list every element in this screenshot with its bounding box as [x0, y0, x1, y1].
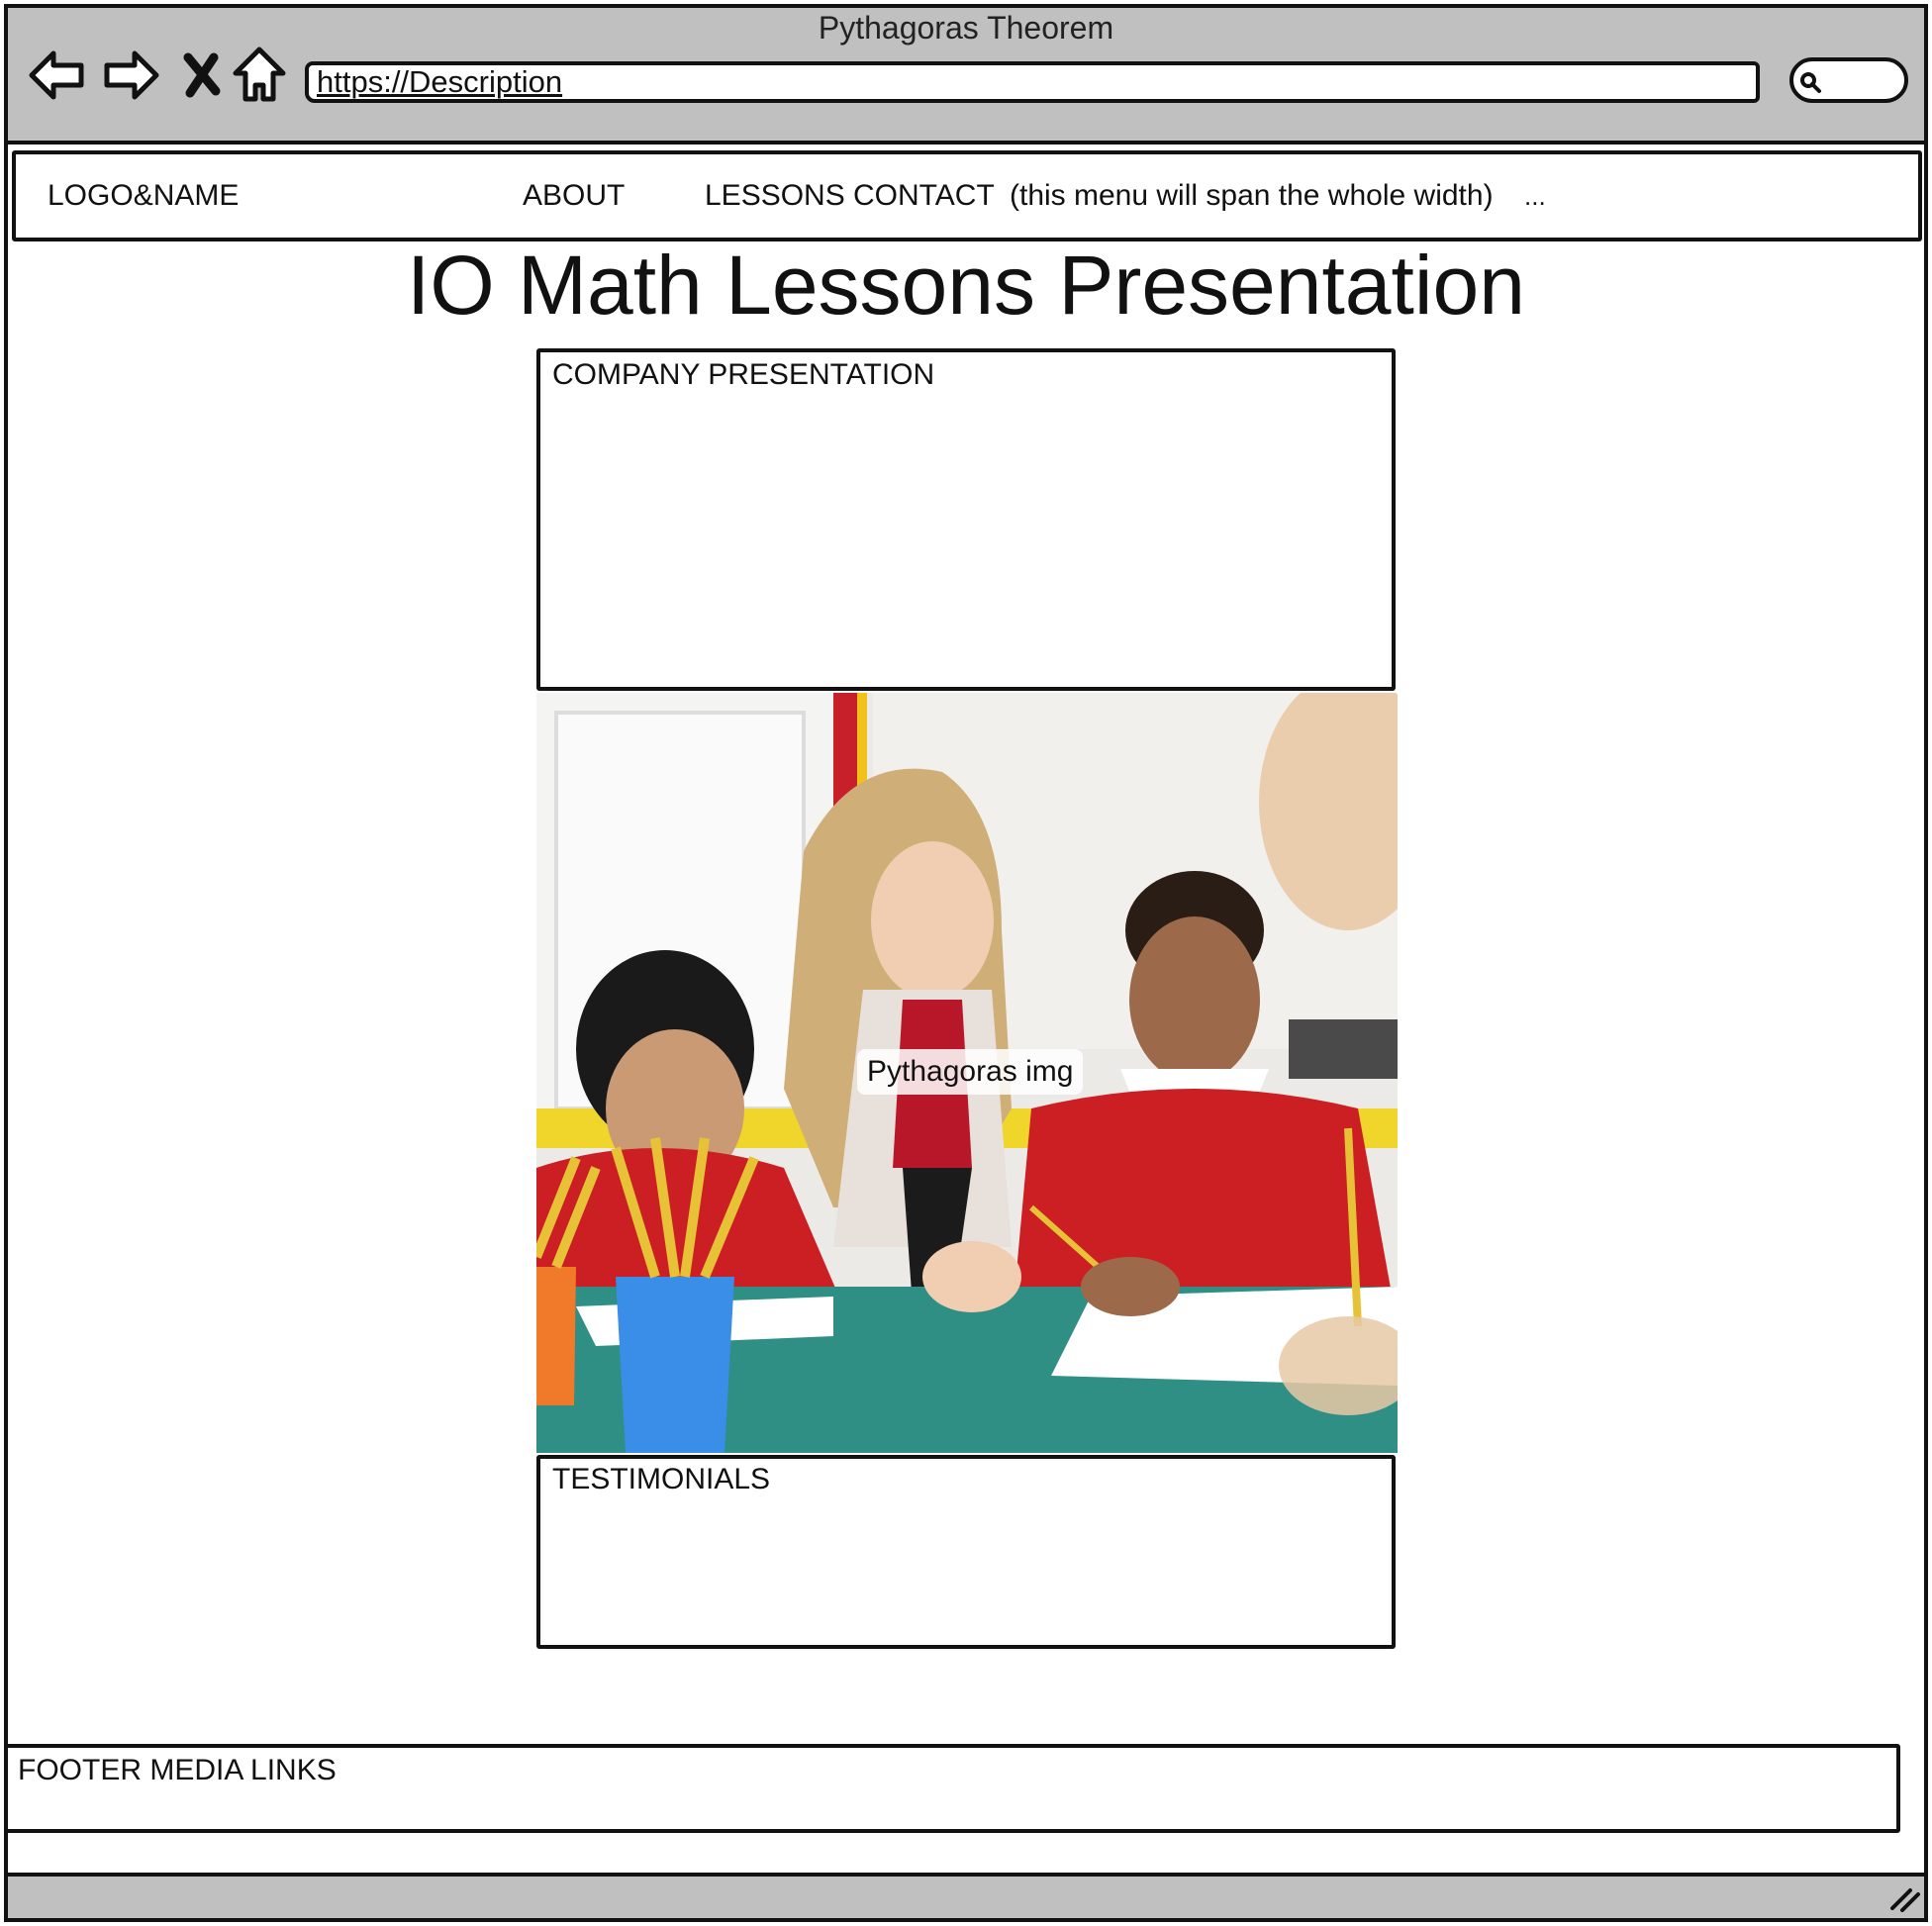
close-x-icon[interactable] — [170, 44, 234, 107]
resize-grip-icon[interactable] — [1888, 1884, 1920, 1912]
nav-item-more[interactable]: ... — [1524, 150, 1546, 241]
testimonials-label: TESTIMONIALS — [552, 1463, 771, 1495]
back-arrow-icon[interactable] — [26, 44, 89, 107]
address-bar-url[interactable]: https://Description — [317, 61, 562, 103]
window-title: Pythagoras Theorem — [818, 10, 1114, 46]
page-title: IO Math Lessons Presentation — [407, 239, 1525, 332]
nav-logo[interactable]: LOGO&NAME — [48, 150, 239, 241]
nav-item-about[interactable]: ABOUT — [523, 150, 625, 241]
nav-item-lessons[interactable]: LESSONS — [705, 150, 845, 241]
company-presentation-box — [536, 348, 1396, 691]
nav-annotation: (this menu will span the whole width) — [1010, 179, 1494, 212]
company-presentation-label: COMPANY PRESENTATION — [552, 358, 935, 391]
image-caption: Pythagoras img — [857, 1049, 1084, 1095]
footer-label[interactable]: FOOTER MEDIA LINKS — [18, 1754, 337, 1787]
browser-statusbar — [4, 1873, 1928, 1922]
home-icon[interactable] — [228, 44, 291, 107]
nav-item-contact[interactable]: CONTACT — [853, 150, 995, 241]
forward-arrow-icon[interactable] — [99, 44, 162, 107]
search-icon[interactable] — [1797, 69, 1823, 95]
